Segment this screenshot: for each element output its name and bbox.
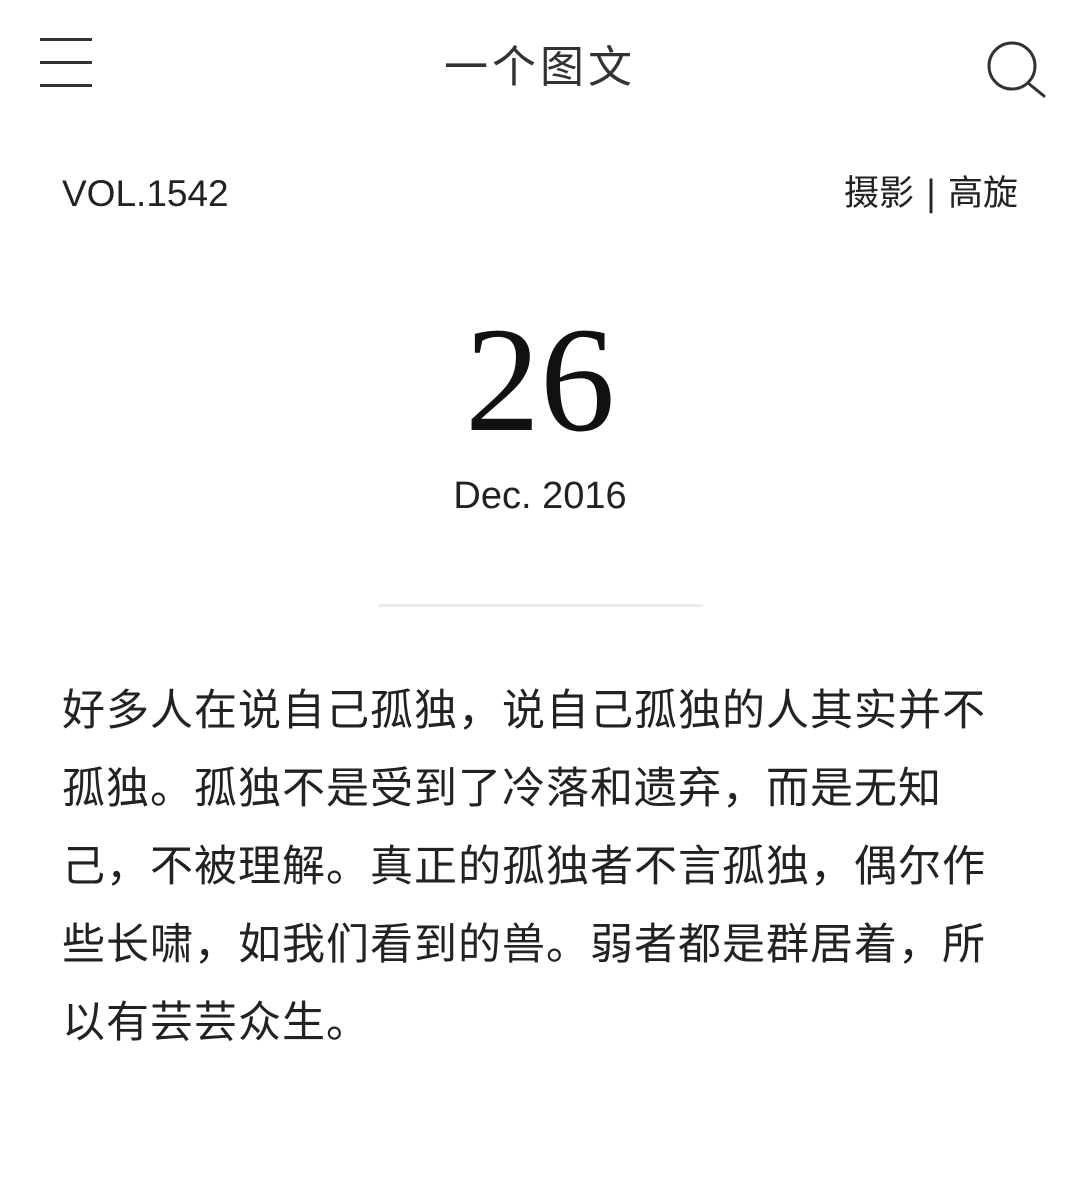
divider [378,604,703,607]
meta-row: VOL.1542 摄影 | 高旋 [62,170,1018,220]
page-title: 一个图文 [444,42,636,93]
search-button[interactable] [984,38,1048,102]
date-day: 26 [465,297,615,463]
search-icon [987,41,1046,98]
article-text: 好多人在说自己孤独，说自己孤独的人其实并不孤独。孤独不是受到了冷落和遗弃，而是无… [62,686,986,1048]
date-month-year: Dec. 2016 [453,475,627,517]
photo-credit: 摄影 | 高旋 [843,174,1018,214]
top-bar: 一个图文 [0,0,1080,136]
volume-label: VOL.1542 [62,173,229,214]
